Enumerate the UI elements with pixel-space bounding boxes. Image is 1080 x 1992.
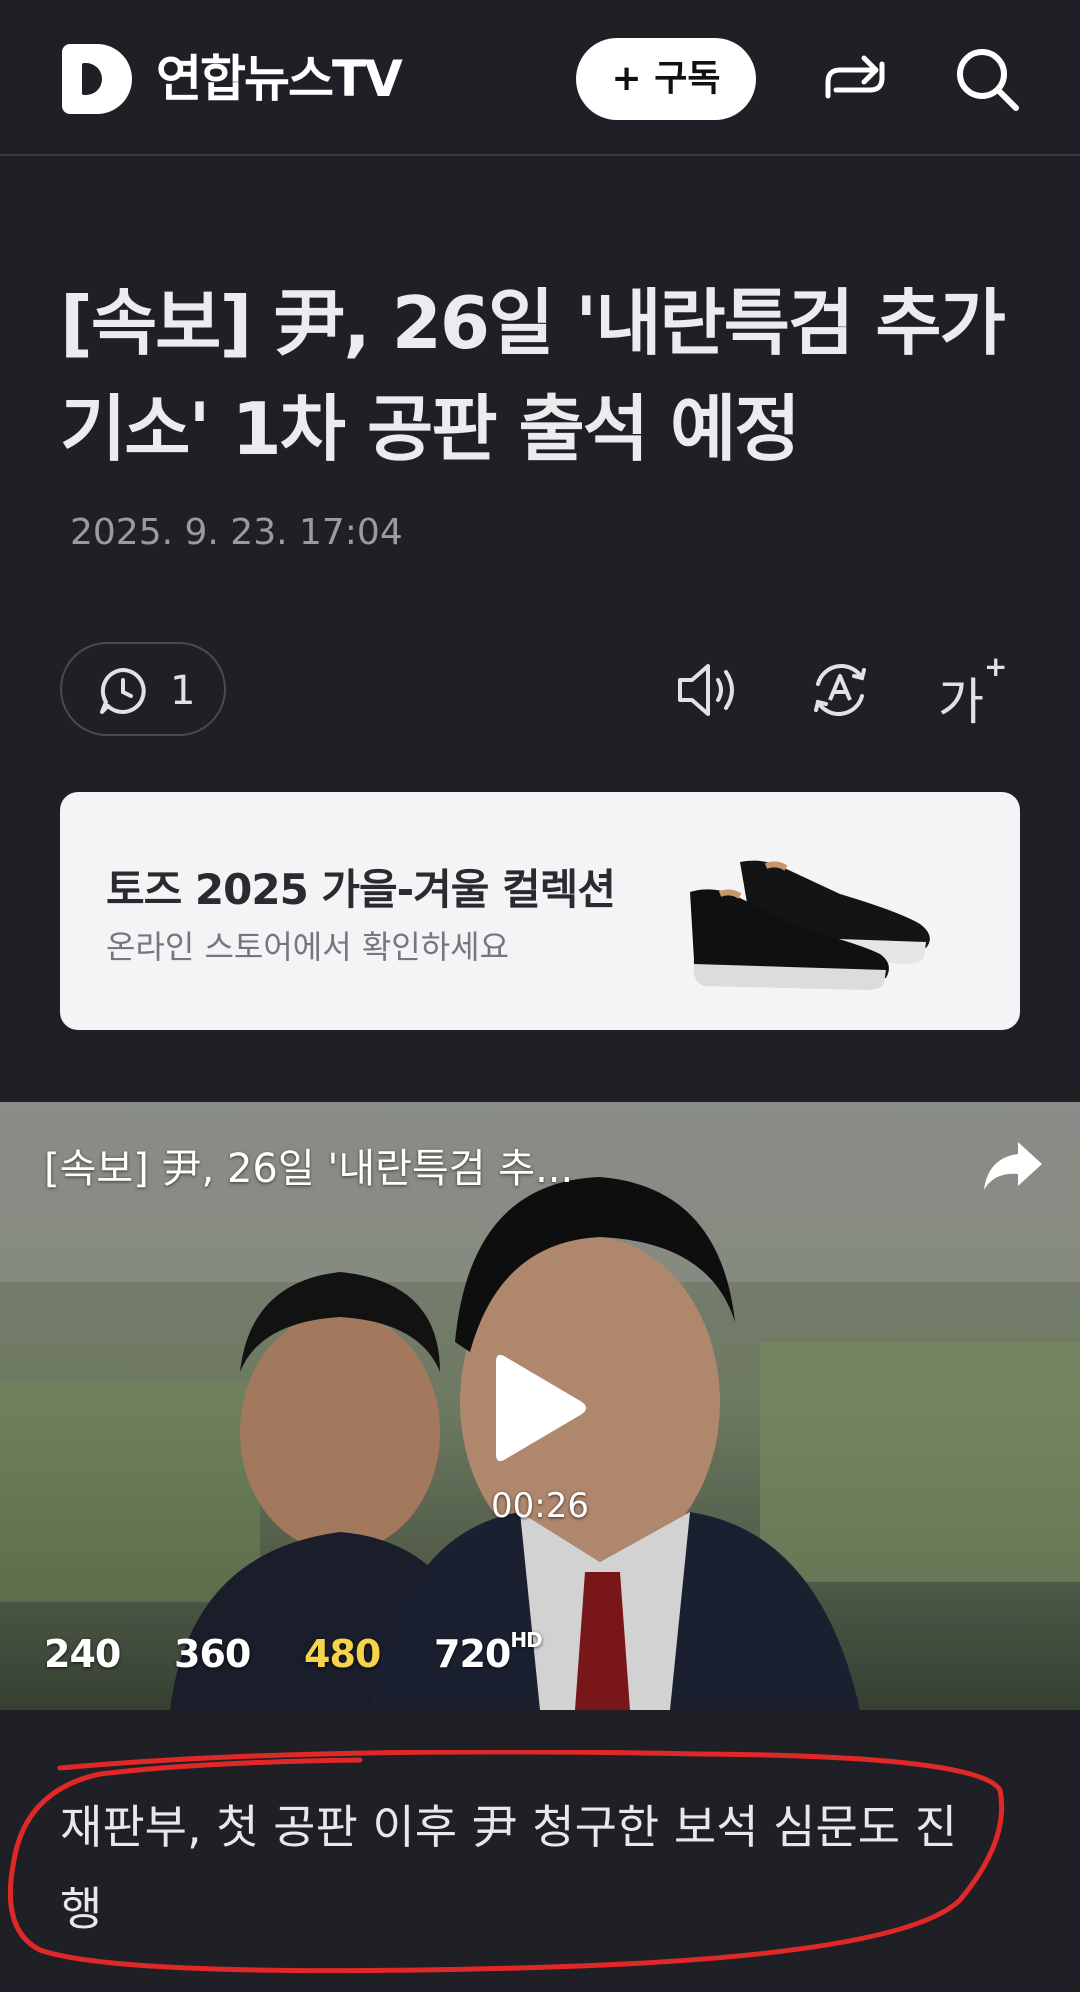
video-duration: 00:26 xyxy=(491,1486,589,1526)
article-title-line-2: 기소' 1차 공판 출석 예정 xyxy=(60,387,801,471)
channel-name[interactable]: 연합뉴스TV xyxy=(156,44,403,114)
comment-icon xyxy=(100,668,146,714)
quality-480[interactable]: 480 xyxy=(304,1632,381,1676)
quality-720-label: 720 xyxy=(434,1632,511,1676)
article-title-line-1: [속보] 尹, 26일 '내란특검 추가 xyxy=(60,281,1006,365)
font-size-label: 가 xyxy=(938,673,984,731)
quality-720[interactable]: 720HD xyxy=(434,1628,543,1676)
comment-button[interactable]: 1 xyxy=(60,642,226,736)
ad-subtitle: 온라인 스토어에서 확인하세요 xyxy=(106,928,510,966)
auto-translate-icon[interactable] xyxy=(804,654,876,726)
quality-360[interactable]: 360 xyxy=(174,1632,251,1676)
speaker-icon[interactable] xyxy=(672,654,744,726)
comment-count: 1 xyxy=(170,668,196,714)
caption-line-2: 행 xyxy=(60,1882,103,1936)
font-size-icon[interactable]: 가 + xyxy=(938,650,1008,731)
ad-banner[interactable]: 토즈 2025 가을-겨울 컬렉션 온라인 스토어에서 확인하세요 xyxy=(60,792,1020,1030)
ad-title: 토즈 2025 가을-겨울 컬렉션 xyxy=(106,865,616,914)
play-icon[interactable] xyxy=(490,1348,590,1468)
caption-line-1: 재판부, 첫 공판 이후 尹 청구한 보석 심문도 진 xyxy=(60,1800,958,1854)
article-date: 2025. 9. 23. 17:04 xyxy=(70,512,403,553)
video-title: [속보] 尹, 26일 '내란특검 추... xyxy=(44,1146,574,1192)
share-icon[interactable] xyxy=(980,1136,1046,1196)
sneaker-image xyxy=(690,860,930,990)
logo-d-icon[interactable] xyxy=(62,44,132,114)
quality-240[interactable]: 240 xyxy=(44,1632,121,1676)
hd-badge: HD xyxy=(510,1628,542,1652)
app-header: 연합뉴스TV + 구독 xyxy=(0,0,1080,156)
share-arrow-icon[interactable] xyxy=(818,42,892,116)
article-title: [속보] 尹, 26일 '내란특검 추가 기소' 1차 공판 출석 예정 xyxy=(60,270,1020,482)
search-icon[interactable] xyxy=(950,42,1024,116)
video-player[interactable]: [속보] 尹, 26일 '내란특검 추... 00:26 240 360 480… xyxy=(0,1102,1080,1710)
article-caption: 재판부, 첫 공판 이후 尹 청구한 보석 심문도 진 행 xyxy=(60,1786,1020,1950)
subscribe-button[interactable]: + 구독 xyxy=(576,38,756,120)
